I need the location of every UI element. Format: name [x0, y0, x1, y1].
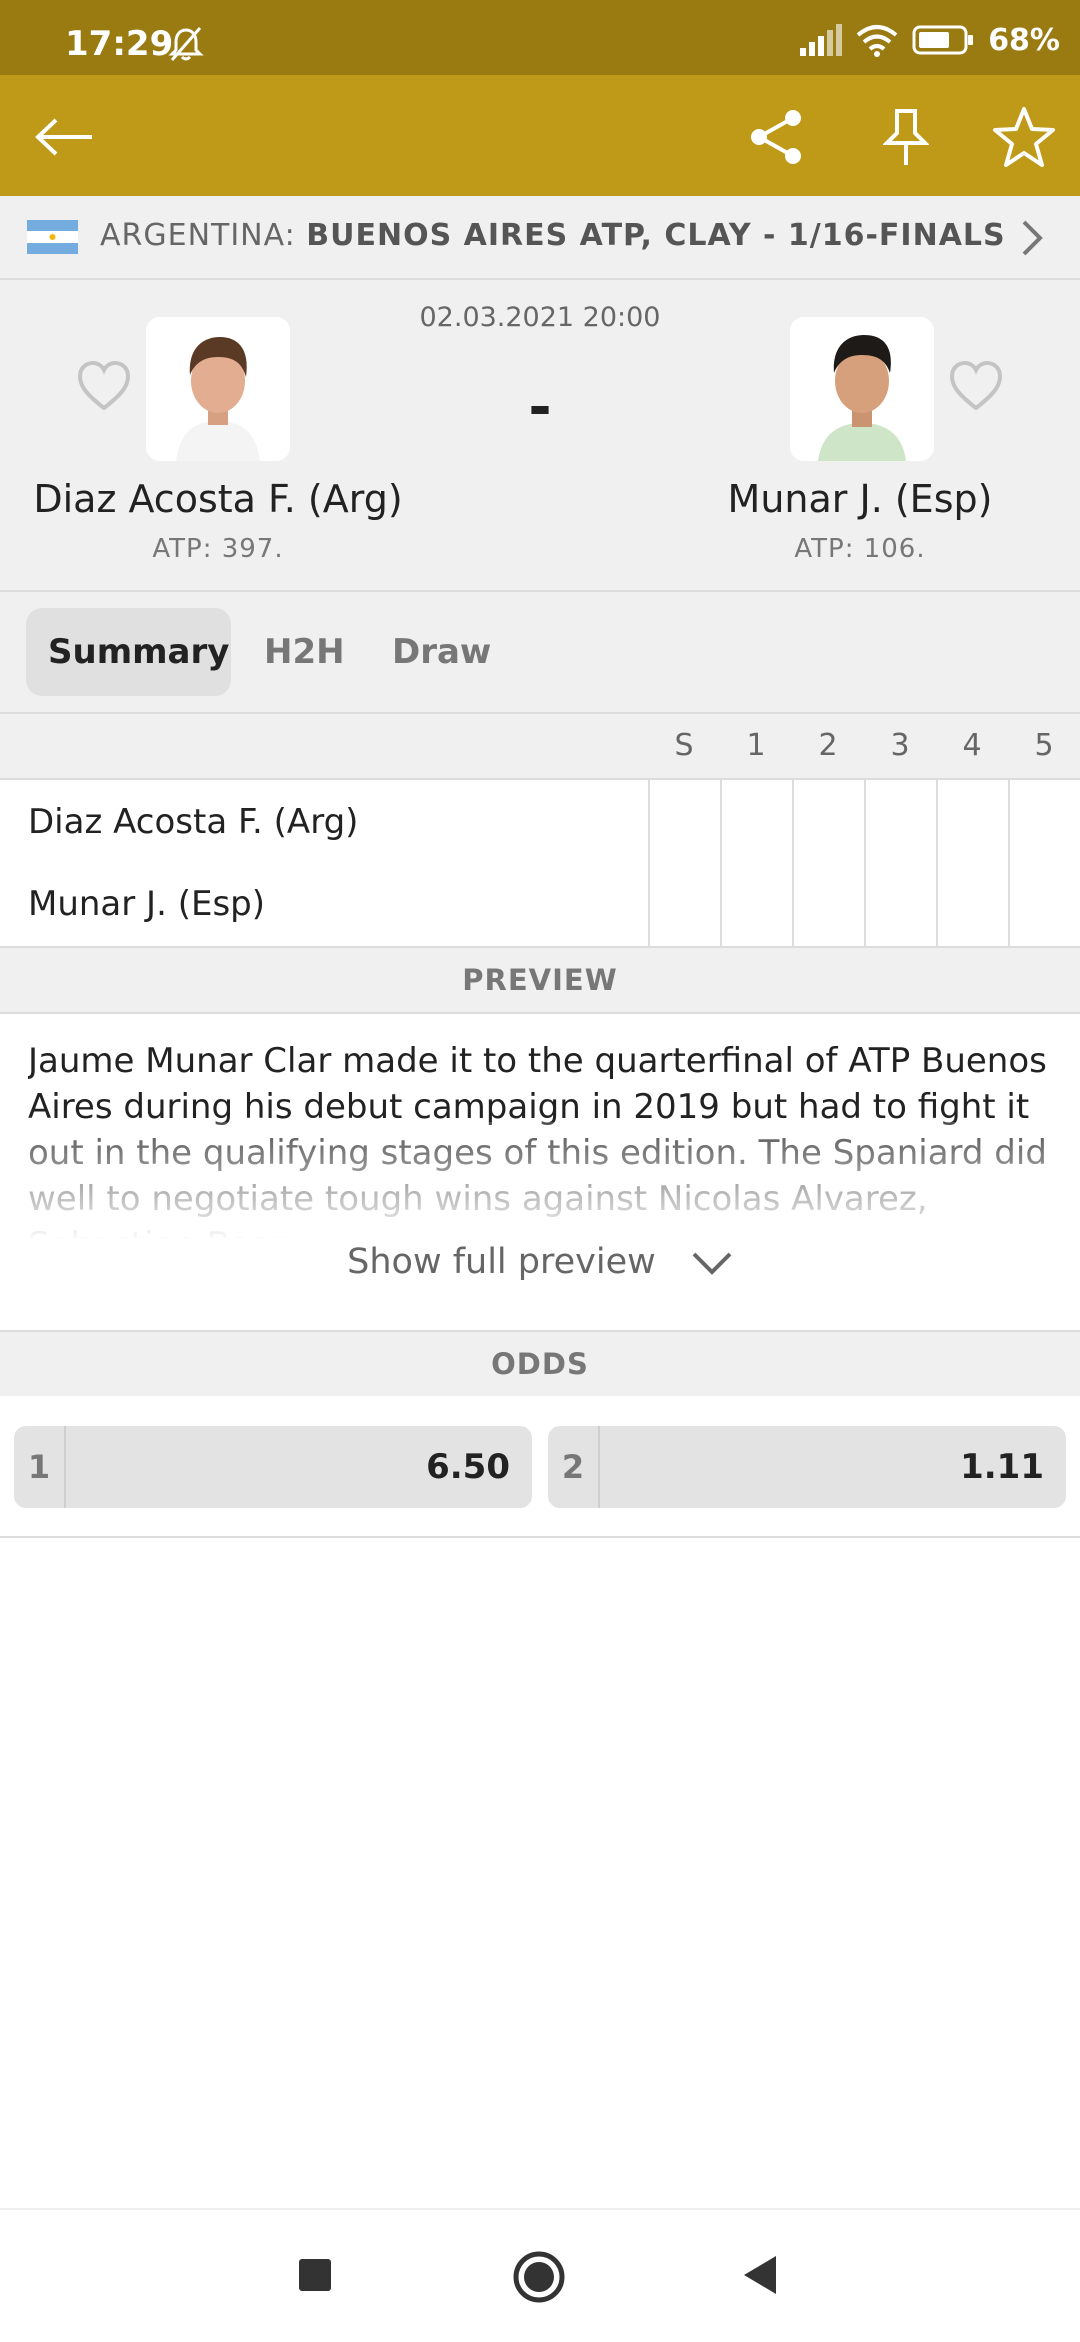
- col-set-4: 4: [962, 728, 982, 763]
- odds-heading: ODDS: [0, 1332, 1080, 1398]
- tournament-title: ARGENTINA: BUENOS AIRES ATP, CLAY - 1/16…: [100, 218, 1006, 253]
- player-photo-icon: [790, 317, 934, 461]
- col-set-3: 3: [890, 728, 910, 763]
- status-time: 17:29: [65, 24, 174, 64]
- favorite-button[interactable]: [992, 105, 1056, 169]
- back-button[interactable]: [32, 105, 96, 169]
- home-player-name[interactable]: Diaz Acosta F. (Arg): [0, 477, 448, 521]
- score-divider: [936, 780, 938, 946]
- score-divider: [864, 780, 866, 946]
- share-icon: [751, 110, 801, 164]
- odds-away-value: 1.11: [960, 1447, 1044, 1487]
- share-button[interactable]: [745, 105, 809, 169]
- odds-away-button[interactable]: 2 1.11: [548, 1426, 1066, 1508]
- scoreboard-home-name: Diaz Acosta F. (Arg): [28, 802, 359, 842]
- show-full-preview-label: Show full preview: [347, 1242, 656, 1282]
- tab-h2h[interactable]: H2H: [242, 608, 367, 696]
- score-divider: [792, 780, 794, 946]
- col-set-2: 2: [818, 728, 838, 763]
- scoreboard: Diaz Acosta F. (Arg) Munar J. (Esp): [0, 780, 1080, 948]
- odds-home-label: 1: [14, 1426, 66, 1508]
- score-divider: [1008, 780, 1010, 946]
- away-player-name[interactable]: Munar J. (Esp): [630, 477, 1080, 521]
- col-set-1: 1: [746, 728, 766, 763]
- chevron-down-icon: [692, 1252, 732, 1275]
- match-tabs: Summary H2H Draw: [0, 592, 1080, 714]
- tournament-country: ARGENTINA:: [100, 218, 296, 253]
- scoreboard-header: S 1 2 3 4 5: [0, 714, 1080, 780]
- odds-home-value: 6.50: [426, 1447, 510, 1487]
- bell-muted-icon: [168, 27, 204, 61]
- score-divider: [720, 780, 722, 946]
- home-player-avatar[interactable]: [146, 317, 290, 461]
- heart-icon[interactable]: [948, 360, 1004, 412]
- away-player-rank: ATP: 106.: [794, 534, 926, 564]
- home-player-rank: ATP: 397.: [152, 534, 284, 564]
- score-divider: [648, 780, 650, 946]
- signal-icon: [800, 24, 843, 56]
- argentina-flag-icon: [27, 220, 78, 254]
- back-arrow-icon: [35, 118, 92, 156]
- system-nav-bar: [0, 2208, 1080, 2342]
- player-photo-icon: [146, 317, 290, 461]
- tab-draw[interactable]: Draw: [370, 608, 513, 696]
- status-bar: 17:29 68%: [0, 0, 1080, 75]
- odds-row: 1 6.50 2 1.11: [0, 1396, 1080, 1538]
- back-icon[interactable]: [742, 2254, 778, 2296]
- wifi-icon: [856, 25, 898, 57]
- odds-home-button[interactable]: 1 6.50: [14, 1426, 532, 1508]
- battery-percent: 68%: [988, 22, 1060, 58]
- battery-icon: [912, 25, 974, 55]
- match-header: 02.03.2021 20:00 - Diaz Acosta F. (Arg) …: [0, 280, 1080, 592]
- status-icons: 68%: [800, 20, 1060, 60]
- heart-icon[interactable]: [76, 360, 132, 412]
- pin-button[interactable]: [874, 105, 938, 169]
- preview-fade: [0, 1122, 1080, 1242]
- tournament-row[interactable]: ARGENTINA: BUENOS AIRES ATP, CLAY - 1/16…: [0, 196, 1080, 280]
- odds-away-label: 2: [548, 1426, 600, 1508]
- tab-summary[interactable]: Summary: [26, 608, 231, 696]
- app-bar: [0, 75, 1080, 196]
- col-set-5: 5: [1034, 728, 1054, 763]
- col-sets: S: [674, 728, 694, 763]
- tournament-name: BUENOS AIRES ATP, CLAY - 1/16-FINALS: [306, 218, 1006, 253]
- scoreboard-away-name: Munar J. (Esp): [28, 884, 266, 924]
- star-icon: [993, 107, 1055, 167]
- away-player-avatar[interactable]: [790, 317, 934, 461]
- recents-icon[interactable]: [298, 2258, 332, 2292]
- preview-heading: PREVIEW: [0, 948, 1080, 1014]
- home-icon[interactable]: [512, 2250, 566, 2304]
- pin-icon: [883, 109, 929, 165]
- preview-section: Jaume Munar Clar made it to the quarterf…: [0, 1014, 1080, 1332]
- show-full-preview-button[interactable]: Show full preview: [0, 1242, 1080, 1282]
- chevron-right-icon: [1022, 220, 1043, 256]
